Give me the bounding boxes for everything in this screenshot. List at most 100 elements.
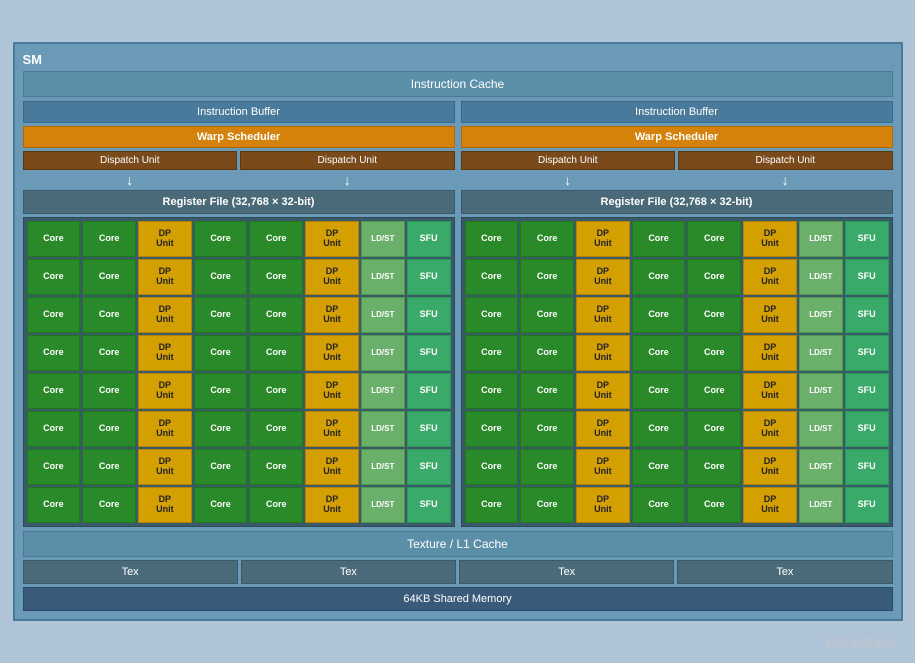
sfu-cell: SFU: [845, 411, 889, 447]
ldst-cell: LD/ST: [799, 221, 843, 257]
core-cell: Core: [687, 373, 741, 409]
core-cell: Core: [632, 411, 686, 447]
core-cell: Core: [465, 411, 519, 447]
core-cell: Core: [687, 297, 741, 333]
dp-cell: DPUnit: [138, 221, 192, 257]
core-cell: Core: [520, 221, 574, 257]
core-cell: Core: [465, 335, 519, 371]
left-dispatch-unit-1: Dispatch Unit: [23, 151, 238, 170]
sfu-cell: SFU: [407, 297, 451, 333]
dp-cell: DPUnit: [743, 411, 797, 447]
core-cell: Core: [82, 411, 136, 447]
core-cell: Core: [465, 297, 519, 333]
core-cell: Core: [520, 335, 574, 371]
core-cell: Core: [27, 221, 81, 257]
core-cell: Core: [687, 449, 741, 485]
left-instruction-buffer: Instruction Buffer: [23, 101, 455, 123]
ldst-cell: LD/ST: [361, 221, 405, 257]
core-cell: Core: [632, 449, 686, 485]
left-core-row: Core Core DPUnit Core Core DPUnit LD/ST …: [27, 259, 451, 295]
dp-cell: DPUnit: [743, 449, 797, 485]
sfu-cell: SFU: [407, 259, 451, 295]
sfu-cell: SFU: [407, 487, 451, 523]
tex-unit-1: Tex: [23, 560, 238, 584]
tex-unit-2: Tex: [241, 560, 456, 584]
core-cell: Core: [249, 221, 303, 257]
dp-cell: DPUnit: [138, 411, 192, 447]
left-core-row: Core Core DPUnit Core Core DPUnit LD/ST …: [27, 411, 451, 447]
right-core-row: Core Core DPUnit Core Core DPUnit LD/ST …: [465, 411, 889, 447]
right-core-row: Core Core DPUnit Core Core DPUnit LD/ST …: [465, 297, 889, 333]
core-cell: Core: [465, 373, 519, 409]
core-cell: Core: [520, 297, 574, 333]
core-cell: Core: [520, 449, 574, 485]
sfu-cell: SFU: [407, 411, 451, 447]
dp-cell: DPUnit: [576, 259, 630, 295]
core-cell: Core: [27, 449, 81, 485]
core-cell: Core: [249, 373, 303, 409]
sfu-cell: SFU: [845, 487, 889, 523]
bottom-section: Texture / L1 Cache Tex Tex Tex Tex 64KB …: [23, 531, 893, 611]
left-register-file: Register File (32,768 × 32-bit): [23, 190, 455, 214]
dp-cell: DPUnit: [576, 335, 630, 371]
core-cell: Core: [632, 221, 686, 257]
dp-cell: DPUnit: [305, 449, 359, 485]
right-warp-scheduler: Warp Scheduler: [461, 126, 893, 148]
sfu-cell: SFU: [407, 373, 451, 409]
core-cell: Core: [249, 259, 303, 295]
right-core-row: Core Core DPUnit Core Core DPUnit LD/ST …: [465, 221, 889, 257]
core-cell: Core: [687, 259, 741, 295]
left-warp-scheduler: Warp Scheduler: [23, 126, 455, 148]
left-cores-grid: Core Core DPUnit Core Core DPUnit LD/ST …: [23, 217, 455, 527]
tex-row: Tex Tex Tex Tex: [23, 560, 893, 584]
main-columns: Instruction Buffer Warp Scheduler Dispat…: [23, 101, 893, 527]
core-cell: Core: [194, 221, 248, 257]
ldst-cell: LD/ST: [799, 335, 843, 371]
left-core-row: Core Core DPUnit Core Core DPUnit LD/ST …: [27, 449, 451, 485]
ldst-cell: LD/ST: [361, 335, 405, 371]
right-arrows: ↓ ↓: [461, 173, 893, 187]
right-instruction-buffer: Instruction Buffer: [461, 101, 893, 123]
core-cell: Core: [27, 259, 81, 295]
core-cell: Core: [27, 297, 81, 333]
core-cell: Core: [27, 373, 81, 409]
core-cell: Core: [687, 335, 741, 371]
dp-cell: DPUnit: [576, 449, 630, 485]
ldst-cell: LD/ST: [361, 411, 405, 447]
right-cores-grid: Core Core DPUnit Core Core DPUnit LD/ST …: [461, 217, 893, 527]
core-cell: Core: [249, 411, 303, 447]
right-dispatch-unit-1: Dispatch Unit: [461, 151, 676, 170]
ldst-cell: LD/ST: [361, 373, 405, 409]
texture-l1-cache: Texture / L1 Cache: [23, 531, 893, 557]
core-cell: Core: [632, 487, 686, 523]
core-cell: Core: [632, 297, 686, 333]
left-dispatch-unit-2: Dispatch Unit: [240, 151, 455, 170]
left-core-row: Core Core DPUnit Core Core DPUnit LD/ST …: [27, 335, 451, 371]
dp-cell: DPUnit: [576, 411, 630, 447]
core-cell: Core: [687, 221, 741, 257]
core-cell: Core: [194, 259, 248, 295]
ldst-cell: LD/ST: [361, 487, 405, 523]
core-cell: Core: [249, 335, 303, 371]
ldst-cell: LD/ST: [799, 411, 843, 447]
core-cell: Core: [194, 411, 248, 447]
watermark: 知乎 @捏太阳: [826, 635, 895, 651]
ldst-cell: LD/ST: [799, 259, 843, 295]
right-dispatch-unit-2: Dispatch Unit: [678, 151, 893, 170]
sfu-cell: SFU: [407, 449, 451, 485]
core-cell: Core: [194, 449, 248, 485]
left-core-row: Core Core DPUnit Core Core DPUnit LD/ST …: [27, 487, 451, 523]
core-cell: Core: [632, 259, 686, 295]
core-cell: Core: [632, 335, 686, 371]
core-cell: Core: [27, 487, 81, 523]
left-core-row: Core Core DPUnit Core Core DPUnit LD/ST …: [27, 221, 451, 257]
core-cell: Core: [82, 373, 136, 409]
core-cell: Core: [27, 411, 81, 447]
dp-cell: DPUnit: [576, 373, 630, 409]
right-core-row: Core Core DPUnit Core Core DPUnit LD/ST …: [465, 373, 889, 409]
left-arrows: ↓ ↓: [23, 173, 455, 187]
core-cell: Core: [82, 221, 136, 257]
sm-label: SM: [23, 52, 893, 67]
sfu-cell: SFU: [845, 449, 889, 485]
core-cell: Core: [194, 373, 248, 409]
